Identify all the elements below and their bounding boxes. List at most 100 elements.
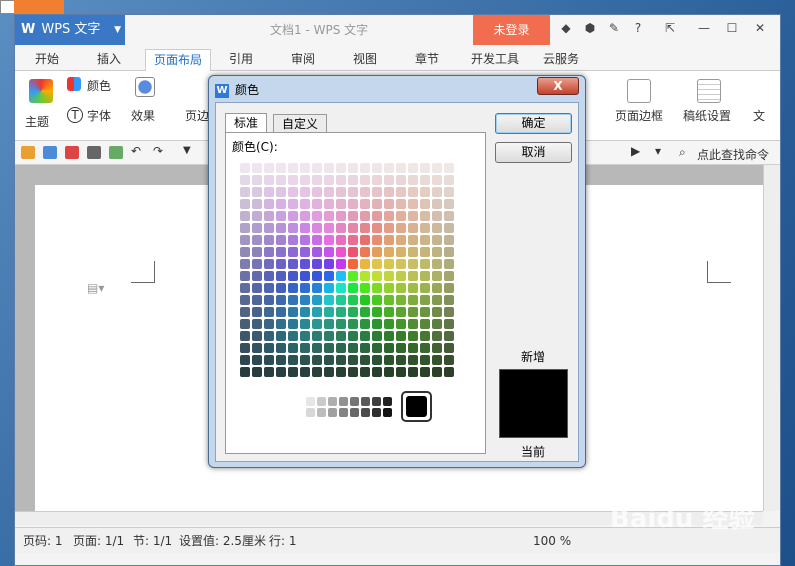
color-swatch[interactable] <box>252 211 262 221</box>
color-swatch[interactable] <box>288 307 298 317</box>
color-swatch[interactable] <box>432 199 442 209</box>
color-swatch[interactable] <box>324 199 334 209</box>
color-swatch[interactable] <box>396 259 406 269</box>
color-swatch[interactable] <box>420 211 430 221</box>
color-swatch[interactable] <box>420 295 430 305</box>
color-swatch[interactable] <box>396 223 406 233</box>
color-swatch[interactable] <box>264 211 274 221</box>
color-swatch[interactable] <box>336 175 346 185</box>
color-swatch[interactable] <box>336 307 346 317</box>
color-swatch[interactable] <box>300 319 310 329</box>
color-grid[interactable] <box>240 163 460 383</box>
color-swatch[interactable] <box>252 367 262 377</box>
color-swatch[interactable] <box>372 223 382 233</box>
color-swatch[interactable] <box>300 307 310 317</box>
tab-chapter[interactable]: 章节 <box>407 49 447 71</box>
color-swatch[interactable] <box>276 343 286 353</box>
color-swatch[interactable] <box>360 343 370 353</box>
grayscale-swatches[interactable] <box>306 397 396 419</box>
color-swatch[interactable] <box>396 175 406 185</box>
color-swatch[interactable] <box>360 259 370 269</box>
color-swatch[interactable] <box>252 319 262 329</box>
color-swatch[interactable] <box>264 295 274 305</box>
color-swatch[interactable] <box>264 283 274 293</box>
color-swatch[interactable] <box>432 295 442 305</box>
color-swatch[interactable] <box>276 367 286 377</box>
color-swatch[interactable] <box>312 163 322 173</box>
color-swatch[interactable] <box>384 247 394 257</box>
color-swatch[interactable] <box>408 235 418 245</box>
color-swatch[interactable] <box>384 199 394 209</box>
color-swatch[interactable] <box>384 211 394 221</box>
color-swatch[interactable] <box>432 187 442 197</box>
color-swatch[interactable] <box>444 307 454 317</box>
color-swatch[interactable] <box>420 331 430 341</box>
gray-swatch[interactable] <box>372 397 381 406</box>
color-swatch[interactable] <box>288 331 298 341</box>
color-swatch[interactable] <box>372 247 382 257</box>
color-swatch[interactable] <box>348 199 358 209</box>
undo-icon[interactable]: ↶ <box>131 144 141 158</box>
zoom-level[interactable]: 100 % <box>533 528 571 554</box>
color-swatch[interactable] <box>408 211 418 221</box>
color-swatch[interactable] <box>360 163 370 173</box>
color-swatch[interactable] <box>240 355 250 365</box>
color-swatch[interactable] <box>324 319 334 329</box>
vertical-scrollbar[interactable] <box>763 165 780 511</box>
color-swatch[interactable] <box>420 367 430 377</box>
color-swatch[interactable] <box>300 163 310 173</box>
color-swatch[interactable] <box>384 343 394 353</box>
color-swatch[interactable] <box>324 367 334 377</box>
color-swatch[interactable] <box>408 187 418 197</box>
color-swatch[interactable] <box>240 331 250 341</box>
color-swatch[interactable] <box>360 247 370 257</box>
color-swatch[interactable] <box>444 187 454 197</box>
color-swatch[interactable] <box>360 223 370 233</box>
color-swatch[interactable] <box>300 223 310 233</box>
color-swatch[interactable] <box>360 307 370 317</box>
color-swatch[interactable] <box>252 187 262 197</box>
color-swatch[interactable] <box>300 343 310 353</box>
color-swatch[interactable] <box>396 271 406 281</box>
color-swatch[interactable] <box>276 283 286 293</box>
print-icon[interactable] <box>87 146 101 159</box>
color-swatch[interactable] <box>444 199 454 209</box>
gray-swatch[interactable] <box>339 408 348 417</box>
color-swatch[interactable] <box>408 199 418 209</box>
color-swatch[interactable] <box>372 343 382 353</box>
color-swatch[interactable] <box>276 187 286 197</box>
color-swatch[interactable] <box>360 355 370 365</box>
color-swatch[interactable] <box>372 235 382 245</box>
color-swatch[interactable] <box>420 163 430 173</box>
gray-swatch[interactable] <box>306 397 315 406</box>
more-button[interactable]: 文 <box>753 107 765 124</box>
color-swatch[interactable] <box>288 283 298 293</box>
color-swatch[interactable] <box>432 283 442 293</box>
color-swatch[interactable] <box>336 331 346 341</box>
color-swatch[interactable] <box>444 319 454 329</box>
color-swatch[interactable] <box>396 187 406 197</box>
color-swatch[interactable] <box>384 319 394 329</box>
color-swatch[interactable] <box>312 331 322 341</box>
color-swatch[interactable] <box>300 259 310 269</box>
color-swatch[interactable] <box>348 259 358 269</box>
color-swatch[interactable] <box>408 283 418 293</box>
color-swatch[interactable] <box>348 223 358 233</box>
color-swatch[interactable] <box>420 223 430 233</box>
color-swatch[interactable] <box>240 259 250 269</box>
color-swatch[interactable] <box>408 295 418 305</box>
color-swatch[interactable] <box>300 331 310 341</box>
color-swatch[interactable] <box>348 211 358 221</box>
color-swatch[interactable] <box>312 223 322 233</box>
color-swatch[interactable] <box>348 283 358 293</box>
color-swatch[interactable] <box>300 211 310 221</box>
color-swatch[interactable] <box>348 343 358 353</box>
color-swatch[interactable] <box>432 331 442 341</box>
color-swatch[interactable] <box>252 247 262 257</box>
color-swatch[interactable] <box>372 331 382 341</box>
redo-icon[interactable]: ↷ <box>153 144 163 158</box>
color-swatch[interactable] <box>312 199 322 209</box>
theme-button[interactable]: 主题 <box>25 113 49 130</box>
color-swatch[interactable] <box>444 247 454 257</box>
color-button[interactable]: 颜色 <box>87 77 111 94</box>
